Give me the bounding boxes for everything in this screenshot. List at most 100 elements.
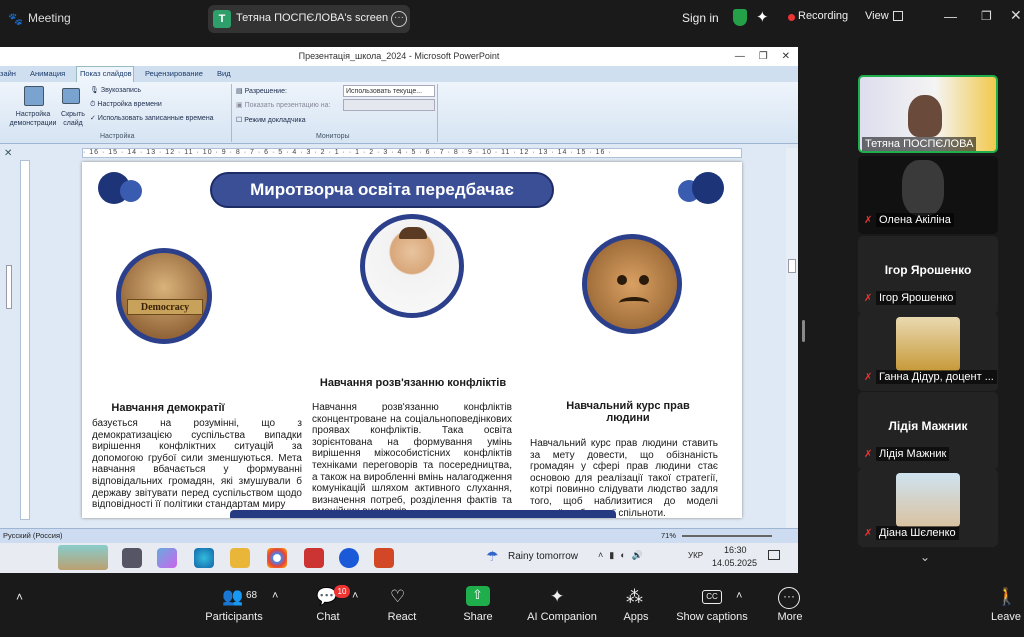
- use-timings-label: Использовать записанные времена: [97, 115, 214, 122]
- zoom-app-icon[interactable]: [339, 548, 359, 568]
- item-title-democracy: Навчання демократії: [111, 402, 225, 414]
- file-explorer-icon[interactable]: [230, 548, 250, 568]
- group-divider: [231, 84, 232, 142]
- more-icon[interactable]: ···: [778, 587, 800, 609]
- close-icon[interactable]: ✕: [1010, 7, 1022, 24]
- close-pane-icon[interactable]: ✕: [4, 148, 12, 159]
- chrome-icon[interactable]: [267, 548, 287, 568]
- sign-in-link[interactable]: Sign in: [682, 11, 719, 25]
- powerpoint-window: Презентація_школа_2024 - Microsoft Power…: [0, 47, 798, 543]
- participant-avatar: [896, 317, 960, 371]
- chevron-up-icon[interactable]: ˄: [16, 590, 23, 604]
- view-menu[interactable]: View: [865, 10, 889, 22]
- pdf-app-icon[interactable]: [304, 548, 324, 568]
- leave-button[interactable]: Leave: [988, 611, 1024, 623]
- chat-chevron-icon[interactable]: ˄: [352, 590, 358, 602]
- show-captions-button[interactable]: Show captions: [674, 611, 750, 623]
- item-title-conflicts: Навчання розв'язанню конфліктів: [319, 377, 507, 389]
- captions-chevron-icon[interactable]: ˄: [736, 590, 742, 602]
- resolution-label: ▤ Разрешение:: [236, 88, 287, 95]
- meeting-title: Meeting: [28, 11, 71, 25]
- more-options-icon[interactable]: ···: [391, 11, 407, 27]
- tab-view[interactable]: Вид: [217, 69, 231, 78]
- encryption-shield-icon[interactable]: [733, 9, 747, 26]
- paw-icon: 🐾: [8, 12, 23, 26]
- muted-mic-icon: ✗: [864, 528, 873, 539]
- restore-icon[interactable]: ❐: [981, 9, 992, 23]
- recording-status[interactable]: Recording: [798, 10, 848, 22]
- captions-icon[interactable]: CC: [702, 590, 722, 604]
- zoom-slider[interactable]: [682, 535, 772, 537]
- show-on-select[interactable]: [343, 99, 435, 111]
- tray-icons[interactable]: ˄▮◐🔊: [598, 550, 649, 561]
- input-language[interactable]: УКР: [688, 551, 703, 560]
- participant-name: Ганна Дідур, доцент ...: [876, 370, 997, 384]
- notifications-icon[interactable]: [768, 550, 780, 560]
- record-narration-button[interactable]: 🎙 Звукозапись: [90, 86, 141, 95]
- weather-text[interactable]: Rainy tomorrow: [508, 551, 578, 562]
- ai-companion-icon[interactable]: ✦: [550, 587, 564, 607]
- chat-button[interactable]: Chat: [308, 611, 348, 623]
- react-button[interactable]: React: [382, 611, 422, 623]
- minimize-icon[interactable]: —: [944, 9, 957, 24]
- ribbon: Настройка демонстрации Скрыть слайд 🎙 Зв…: [0, 82, 798, 144]
- apps-button[interactable]: Apps: [616, 611, 656, 623]
- sharer-screen-label: Тетяна ПОСПЄЛОВА's screen: [236, 12, 389, 24]
- rehearse-timings-button[interactable]: ⏱ Настройка времени: [90, 100, 162, 109]
- toast-eye: [617, 275, 627, 285]
- clock-date[interactable]: 14.05.2025: [712, 558, 757, 568]
- presenter-view-checkbox[interactable]: ☐ Режим докладчика: [236, 116, 306, 125]
- item-text-conflicts: Навчання розв'язанню конфліктів сконцент…: [312, 402, 512, 517]
- ai-sparkle-icon[interactable]: ✦: [756, 8, 769, 26]
- horizontal-ruler: · 16 · 15 · 14 · 13 · 12 · 11 · 10 · 9 ·…: [82, 148, 742, 158]
- copilot-icon[interactable]: [157, 548, 177, 568]
- tab-animation[interactable]: Анимация: [30, 69, 65, 78]
- slideshow-setup-button[interactable]: Настройка демонстрации: [4, 110, 62, 128]
- scroll-down-icon[interactable]: ⌄: [920, 550, 930, 564]
- grid-view-icon[interactable]: [893, 11, 903, 21]
- edge-icon[interactable]: [194, 548, 214, 568]
- task-view-icon[interactable]: [122, 548, 142, 568]
- hide-slide-button[interactable]: Скрыть слайд: [58, 110, 88, 128]
- slide-bottom-bar: [230, 510, 616, 518]
- share-button[interactable]: Share: [458, 611, 498, 623]
- zoom-level[interactable]: 71%: [661, 531, 676, 540]
- more-button[interactable]: More: [770, 611, 810, 623]
- participants-button[interactable]: Participants: [204, 611, 264, 623]
- left-scroll-thumb[interactable]: [6, 265, 12, 309]
- powerpoint-taskbar-icon[interactable]: [374, 548, 394, 568]
- vertical-scrollbar[interactable]: [786, 148, 798, 528]
- group-setup-label: Настройка: [100, 133, 135, 140]
- share-arrow-glyph: ⇧: [472, 587, 483, 602]
- ai-companion-button[interactable]: AI Companion: [522, 611, 602, 623]
- slide-canvas: Миротворча освіта передбачає Democracy Н…: [82, 162, 742, 519]
- tab-review[interactable]: Рецензирование: [145, 69, 203, 78]
- leave-icon[interactable]: 🚶: [996, 587, 1017, 607]
- participants-icon[interactable]: 👥: [222, 587, 243, 607]
- tab-slide-show[interactable]: Показ слайдов: [80, 69, 132, 78]
- hide-slide-icon[interactable]: [62, 88, 80, 104]
- weather-icon: ☂: [486, 548, 499, 564]
- resolution-select[interactable]: Использовать текуще...: [343, 85, 435, 97]
- widgets-thumbnail[interactable]: [58, 545, 108, 570]
- scrollbar-thumb[interactable]: [788, 259, 796, 273]
- ppt-window-controls[interactable]: — ❐ ✕: [735, 47, 790, 66]
- sharer-avatar: Т: [213, 10, 231, 28]
- chat-unread-badge: 10: [334, 585, 350, 598]
- use-timings-checkbox[interactable]: ✓ Использовать записанные времена: [90, 114, 214, 123]
- tab-design[interactable]: зайн: [0, 69, 16, 78]
- participants-count: 68: [246, 590, 258, 601]
- participant-name: Тетяна ПОСПЄЛОВА: [862, 137, 977, 151]
- slideshow-setup-icon[interactable]: [24, 86, 44, 106]
- sad-toast-image: [582, 234, 682, 334]
- clock-time[interactable]: 16:30: [724, 545, 747, 555]
- item-title-human-rights: Навчальний курс прав людини: [566, 400, 690, 424]
- participants-chevron-icon[interactable]: ˄: [272, 590, 278, 602]
- rehearse-timings-label: Настройка времени: [97, 101, 162, 108]
- item-text-democracy: базується на розумінні, що з демократиза…: [92, 418, 302, 511]
- participant-name: Ігор Ярошенко: [876, 291, 957, 305]
- panel-splitter[interactable]: [802, 320, 805, 342]
- apps-icon[interactable]: ⁂: [626, 587, 643, 607]
- react-heart-icon[interactable]: ♡: [390, 587, 405, 607]
- status-language[interactable]: Русский (Россия): [3, 531, 63, 540]
